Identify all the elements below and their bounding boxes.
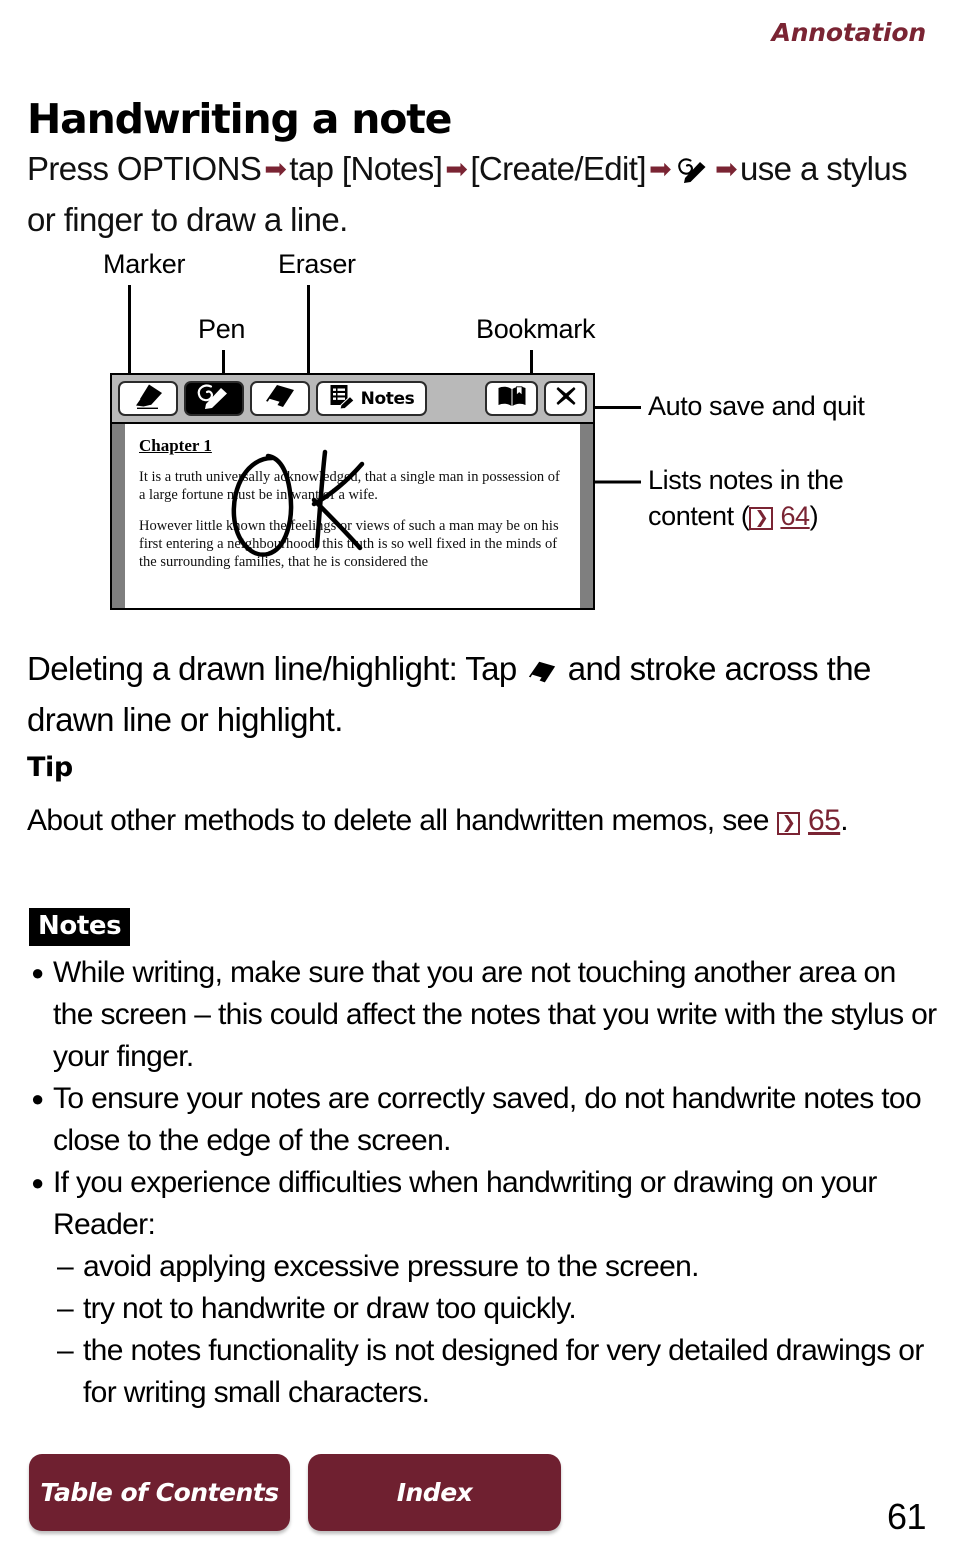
sub-list-item-text: avoid applying excessive pressure to the… — [83, 1250, 699, 1283]
notes-list-icon — [329, 384, 355, 414]
list-item: ● While writing, make sure that you are … — [27, 952, 937, 1078]
page-ref-icon: ❯ — [749, 507, 774, 530]
pen-icon — [196, 383, 232, 414]
bullet-icon: ● — [31, 1170, 44, 1195]
deleting-paragraph: Deleting a drawn line/highlight: Tap and… — [27, 645, 927, 743]
notes-badge: Notes — [29, 908, 131, 946]
pen-button[interactable] — [183, 381, 244, 416]
reader-paragraph-2: However little known the feelings or vie… — [139, 518, 559, 570]
chapter-header: Annotation — [771, 18, 927, 47]
table-of-contents-button[interactable]: Table of Contents — [29, 1454, 290, 1531]
notes-list: ● While writing, make sure that you are … — [27, 952, 937, 1414]
eraser-icon — [527, 649, 557, 696]
tip-body-pre: About other methods to delete all handwr… — [27, 804, 769, 837]
callout-label-marker: Marker — [103, 249, 186, 279]
arrow-right-icon: ➡ — [648, 154, 672, 184]
page-ref-icon: ❯ — [776, 812, 801, 835]
sub-list-item: – try not to handwrite or draw too quick… — [27, 1288, 937, 1330]
reader-device-mock: Notes Chapter 1 It is a truth universall… — [110, 373, 595, 610]
eraser-icon — [264, 384, 296, 413]
arrow-right-icon: ➡ — [714, 154, 738, 184]
callout-label-bookmark: Bookmark — [476, 314, 596, 344]
intro-step-1: Press OPTIONS — [27, 150, 262, 187]
sub-list-item: – the notes functionality is not designe… — [27, 1330, 937, 1414]
sub-list-item-text: the notes functionality is not designed … — [83, 1334, 924, 1409]
device-toolbar: Notes — [112, 375, 593, 424]
bullet-icon: ● — [31, 1086, 44, 1111]
reader-chapter-title: Chapter 1 — [139, 436, 212, 455]
page-ref-number[interactable]: 65 — [808, 804, 841, 837]
intro-step-2: tap [Notes] — [289, 150, 443, 187]
bookmark-button[interactable] — [485, 381, 539, 416]
marker-icon — [131, 383, 165, 414]
bullet-icon: ● — [31, 960, 44, 985]
arrow-right-icon: ➡ — [445, 154, 468, 184]
close-icon — [555, 385, 577, 412]
annotation-lists-notes-line2-post: ) — [809, 501, 819, 531]
reader-page-content: Chapter 1 It is a truth universally ackn… — [125, 424, 580, 608]
list-item-text: To ensure your notes are correctly saved… — [53, 1082, 922, 1157]
annotation-lists-notes: Lists notes in the content (❯ 64) — [648, 462, 844, 534]
dash-icon: – — [57, 1334, 74, 1367]
arrow-right-icon: ➡ — [264, 154, 287, 184]
annotation-auto-save: Auto save and quit — [648, 391, 865, 421]
dash-icon: – — [57, 1292, 74, 1325]
pen-icon — [676, 149, 710, 196]
page-edge-left — [112, 424, 125, 608]
intro-step-3: [Create/Edit] — [470, 150, 646, 187]
bookmark-icon — [497, 384, 527, 413]
callout-label-eraser: Eraser — [278, 249, 356, 279]
tip-body-post: . — [840, 804, 848, 837]
eraser-button[interactable] — [249, 381, 310, 416]
page-number: 61 — [886, 1496, 927, 1537]
list-item-text: If you experience difficulties when hand… — [53, 1166, 877, 1241]
marker-button[interactable] — [118, 381, 178, 416]
page-title: Handwriting a note — [27, 95, 452, 144]
dash-icon: – — [57, 1250, 74, 1283]
page-edge-right — [580, 424, 593, 608]
close-button[interactable] — [544, 381, 587, 416]
tip-body: About other methods to delete all handwr… — [27, 800, 932, 842]
annotation-lists-notes-line2-pre: content ( — [648, 501, 750, 531]
footer-navigation: Table of Contents Index — [29, 1454, 561, 1531]
page-ref-number[interactable]: 64 — [780, 501, 810, 531]
notes-button-label: Notes — [360, 388, 415, 409]
list-item: ● To ensure your notes are correctly sav… — [27, 1078, 937, 1162]
list-item-text: While writing, make sure that you are no… — [53, 956, 937, 1073]
annotation-lists-notes-line1: Lists notes in the — [648, 465, 844, 495]
reader-paragraph-1: It is a truth universally acknowledged, … — [139, 469, 560, 503]
intro-paragraph: Press OPTIONS ➡tap [Notes] ➡[Create/Edit] ➡… — [27, 145, 932, 243]
callout-label-pen: Pen — [198, 314, 246, 344]
notes-button[interactable]: Notes — [315, 381, 428, 416]
index-button[interactable]: Index — [308, 1454, 561, 1531]
reader-page-body: Chapter 1 It is a truth universally ackn… — [112, 424, 593, 608]
sub-list-item: – avoid applying excessive pressure to t… — [27, 1246, 937, 1288]
sub-list-item-text: try not to handwrite or draw too quickly… — [83, 1292, 577, 1325]
deleting-text-pre: Deleting a drawn line/highlight: Tap — [27, 650, 517, 687]
list-item: ● If you experience difficulties when ha… — [27, 1162, 937, 1246]
tip-heading: Tip — [27, 752, 73, 783]
toolbar-diagram: Marker Pen Eraser Bookmark Auto save and… — [0, 240, 954, 635]
